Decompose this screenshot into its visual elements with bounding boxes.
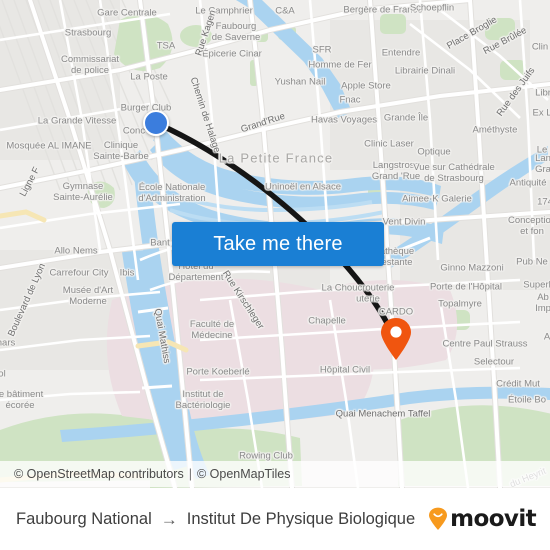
map-viewport[interactable]: Gare Centrale Strasbourg TSA Commissariat d… xyxy=(0,0,550,488)
route-summary: Faubourg National → Institut De Physique… xyxy=(16,510,415,529)
moovit-pin-icon xyxy=(429,507,448,530)
attribution-osm[interactable]: © OpenStreetMap contributors xyxy=(14,467,184,481)
origin-station-label: Faubourg National xyxy=(16,509,152,528)
route-footer: Faubourg National → Institut De Physique… xyxy=(0,488,550,550)
origin-marker[interactable] xyxy=(143,110,169,136)
moovit-logo[interactable]: moovit xyxy=(428,506,537,532)
moovit-route-preview: Gare Centrale Strasbourg TSA Commissariat d… xyxy=(0,0,550,550)
attribution-separator: | xyxy=(188,467,192,481)
arrow-right-icon: → xyxy=(160,509,178,529)
attribution-maptiles[interactable]: © OpenMapTiles xyxy=(197,467,291,481)
take-me-there-button[interactable]: Take me there xyxy=(172,222,384,266)
map-attribution: © OpenStreetMap contributors | © OpenMap… xyxy=(0,461,550,487)
destination-marker[interactable] xyxy=(379,317,413,366)
destination-station-label: Institut De Physique Biologique xyxy=(186,509,416,528)
moovit-wordmark: moovit xyxy=(450,506,536,532)
